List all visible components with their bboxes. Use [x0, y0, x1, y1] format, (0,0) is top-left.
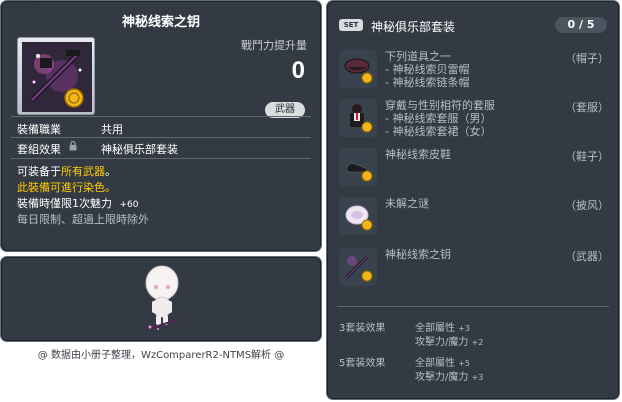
set-item-weapon: 神秘线索之钥 （武器） [337, 248, 613, 290]
set-name: 神秘俱乐部套装 [371, 20, 456, 34]
set-item-line: 神秘线索之钥 [385, 248, 451, 261]
job-label: 裝備職業 [17, 123, 61, 136]
lock-icon [69, 141, 77, 151]
set-item-text: 神秘线索皮鞋 [385, 148, 451, 161]
suit-icon [350, 104, 373, 133]
set-bonus-label: 5套装效果 [339, 358, 386, 369]
set-item-line: 下列道具之一 [385, 50, 451, 63]
combat-power-label: 戰鬥力提升量 [241, 39, 307, 52]
charm-line: 裝備時僅限1次魅力 +60 [17, 195, 139, 211]
set-item-category: （武器） [565, 250, 609, 263]
combat-power-value: 0 [291, 57, 305, 84]
set-item-hat: 下列道具之一 - 神秘线索贝雷帽 - 神秘线索链条帽 （帽子） [337, 50, 613, 92]
item-title: 神秘线索之钥 [121, 15, 200, 30]
cape-icon [345, 205, 373, 231]
slot-icon-frame [339, 248, 377, 286]
set-item-text: 神秘线索之钥 [385, 248, 451, 261]
job-value: 共用 [101, 123, 123, 136]
set-count: 0 / 5 [555, 17, 607, 33]
slot-icon-frame [339, 148, 377, 186]
bonus-stat-value: +3 [471, 373, 484, 382]
slot-icon-frame [339, 50, 377, 88]
set-item-text: 未解之谜 [385, 197, 429, 210]
set-item-overall: 穿戴与性别相符的套服 - 神秘线索套服（男） - 神秘线索套裙（女） （套服） [337, 99, 613, 141]
bonus-stat-value: +2 [471, 338, 484, 347]
daily-limit-text: 每日限制、超過上限時除外 [17, 213, 149, 226]
slot-icon-frame [339, 99, 377, 137]
item-tooltip-panel: 神秘线索之钥 戰鬥力提升量 0 武器 裝備職業 共用 套組效果 神秘俱乐部套装 … [0, 0, 322, 252]
set-effect-value: 神秘俱乐部套装 [101, 143, 178, 156]
set-item-line: - 神秘线索套服（男） [385, 112, 492, 125]
divider [337, 306, 609, 307]
equip-prefix: 可装备于 [17, 165, 61, 178]
set-bonus-stat: 全部屬性 +3 [415, 319, 470, 334]
equip-description: 可装备于所有武器。 [17, 163, 116, 179]
divider [11, 158, 311, 159]
set-item-line: - 神秘线索贝雷帽 [385, 63, 470, 76]
set-item-text: 下列道具之一 - 神秘线索贝雷帽 - 神秘线索链条帽 [385, 50, 469, 89]
divider [11, 116, 311, 117]
character-preview-panel [0, 256, 322, 342]
bonus-stat-value: +5 [458, 359, 470, 368]
set-bonus-stat: 全部屬性 +5 [415, 354, 470, 369]
charm-value: +60 [119, 200, 139, 210]
set-effect-label: 套組效果 [17, 143, 61, 156]
equip-highlight: 所有武器 [61, 165, 105, 178]
set-item-category: （帽子） [565, 52, 609, 65]
set-item-cape: 未解之谜 （披风） [337, 197, 613, 239]
beret-icon [344, 58, 373, 84]
set-bonus-stat: 攻擊力/魔力 +3 [415, 368, 483, 383]
slot-icon-frame [339, 197, 377, 235]
set-item-line: - 神秘线索链条帽 [385, 76, 470, 89]
set-item-shoes: 神秘线索皮鞋 （鞋子） [337, 148, 613, 190]
key-weapon-icon [22, 42, 92, 112]
bonus-stat-name: 攻擊力/魔力 [415, 372, 469, 383]
set-item-category: （套服） [565, 101, 609, 114]
set-item-line: 神秘线索皮鞋 [385, 148, 451, 161]
bonus-stat-value: +3 [458, 324, 470, 333]
key-weapon-icon [344, 255, 373, 282]
divider [11, 137, 311, 138]
set-info-panel: SET 神秘俱乐部套装 0 / 5 下列道具之一 - 神秘线索贝雷帽 - 神秘线… [326, 0, 620, 400]
set-badge: SET [339, 19, 363, 31]
set-item-line: 未解之谜 [385, 197, 429, 210]
set-bonus-stat: 攻擊力/魔力 +2 [415, 333, 483, 348]
equip-suffix: 。 [105, 165, 116, 178]
character-avatar [145, 265, 181, 330]
set-item-category: （披风） [565, 199, 609, 212]
dye-notice: 此裝備可進行染色。 [17, 181, 116, 194]
set-item-line: - 神秘线索套裙（女） [385, 125, 492, 138]
bonus-stat-name: 攻擊力/魔力 [415, 337, 469, 348]
set-item-text: 穿戴与性别相符的套服 - 神秘线索套服（男） - 神秘线索套裙（女） [385, 99, 495, 138]
item-icon-frame [17, 37, 95, 115]
credit-text: @ 数据由小册子整理，WzComparerR2-NTMS解析 @ [37, 350, 285, 361]
charm-text: 裝備時僅限1次魅力 [17, 197, 112, 210]
set-item-line: 穿戴与性别相符的套服 [385, 99, 495, 112]
set-bonus-label: 3套装效果 [339, 323, 386, 334]
shoe-icon [346, 163, 373, 182]
set-item-category: （鞋子） [565, 150, 609, 163]
